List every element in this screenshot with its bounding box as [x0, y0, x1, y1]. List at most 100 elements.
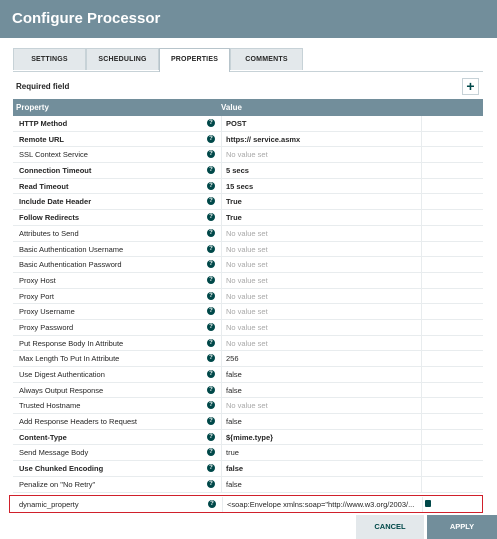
property-value[interactable]: No value set: [221, 147, 421, 163]
dynamic-property-value[interactable]: <soap:Envelope xmlns:soap="http://www.w3…: [222, 496, 422, 512]
table-row[interactable]: Max Length To Put In Attribute? 256: [13, 351, 483, 367]
table-row[interactable]: Proxy Password? No value set: [13, 319, 483, 336]
row-spacer: [421, 398, 483, 414]
row-spacer: [421, 257, 483, 273]
help-icon[interactable]: ?: [207, 134, 215, 143]
dynamic-property-row[interactable]: dynamic_property ? <soap:Envelope xmlns:…: [9, 494, 483, 513]
table-row[interactable]: Put Response Body In Attribute? No value …: [13, 335, 483, 352]
property-value[interactable]: true: [221, 445, 421, 461]
help-icon[interactable]: ?: [207, 479, 215, 488]
property-value[interactable]: 5 secs: [221, 163, 421, 179]
property-value[interactable]: No value set: [221, 319, 421, 335]
cancel-button[interactable]: CANCEL: [356, 515, 424, 539]
table-row[interactable]: Read Timeout? 15 secs: [13, 178, 483, 195]
row-spacer: [421, 335, 483, 351]
table-row[interactable]: Attributes to Send? No value set: [13, 225, 483, 242]
property-value[interactable]: POST: [221, 116, 421, 131]
property-value[interactable]: false: [221, 382, 421, 398]
property-value[interactable]: ${mime.type}: [221, 429, 421, 445]
property-value[interactable]: No value set: [221, 241, 421, 257]
help-icon[interactable]: ?: [207, 244, 215, 253]
tab-properties[interactable]: PROPERTIES: [159, 48, 230, 72]
property-name: Always Output Response: [19, 385, 104, 395]
value-column-header: Value: [221, 103, 242, 112]
property-value[interactable]: false: [221, 476, 421, 492]
row-spacer: [421, 272, 483, 288]
table-row[interactable]: Trusted Hostname? No value set: [13, 398, 483, 415]
property-value[interactable]: No value set: [221, 304, 421, 320]
table-row[interactable]: Use Chunked Encoding? false: [13, 461, 483, 477]
row-spacer: [421, 241, 483, 257]
property-value[interactable]: 256: [221, 351, 421, 367]
table-row[interactable]: Content-Type? ${mime.type}: [13, 429, 483, 446]
help-icon[interactable]: ?: [207, 150, 215, 159]
table-row[interactable]: Include Date Header? True: [13, 194, 483, 211]
help-icon[interactable]: ?: [207, 464, 215, 473]
help-icon[interactable]: ?: [207, 354, 215, 363]
property-value[interactable]: True: [221, 194, 421, 210]
table-row[interactable]: Proxy Port? No value set: [13, 288, 483, 305]
help-icon[interactable]: ?: [207, 401, 215, 410]
row-spacer: [421, 304, 483, 320]
help-icon[interactable]: ?: [208, 499, 216, 508]
help-icon[interactable]: ?: [207, 228, 215, 237]
property-value[interactable]: https:// service.asmx: [221, 131, 421, 147]
dynamic-property-name: dynamic_property: [19, 499, 79, 509]
table-row[interactable]: Proxy Host? No value set: [13, 272, 483, 289]
table-row[interactable]: Send Message Body? true: [13, 445, 483, 462]
help-icon[interactable]: ?: [207, 370, 215, 378]
property-name: Proxy Host: [19, 275, 56, 285]
table-row[interactable]: Basic Authentication Password? No value s…: [13, 257, 483, 273]
add-property-button[interactable]: +: [462, 78, 479, 95]
table-row[interactable]: Always Output Response? false: [13, 382, 483, 399]
help-icon[interactable]: ?: [207, 322, 215, 331]
row-spacer: [421, 445, 483, 461]
help-icon[interactable]: ?: [207, 260, 215, 269]
property-name: Add Response Headers to Request: [19, 417, 137, 427]
property-value[interactable]: false: [221, 414, 421, 430]
property-value[interactable]: No value set: [221, 257, 421, 273]
table-row[interactable]: Remote URL? https:// service.asmx: [13, 131, 483, 148]
property-value[interactable]: No value set: [221, 398, 421, 414]
help-icon[interactable]: ?: [207, 213, 215, 222]
property-value[interactable]: false: [221, 461, 421, 477]
help-icon[interactable]: ?: [207, 385, 215, 394]
property-value[interactable]: No value set: [221, 225, 421, 241]
property-value[interactable]: True: [221, 210, 421, 226]
table-row[interactable]: Proxy Username? No value set: [13, 304, 483, 320]
property-value[interactable]: No value set: [221, 335, 421, 351]
table-row[interactable]: Add Response Headers to Request? false: [13, 414, 483, 430]
help-icon[interactable]: ?: [207, 448, 215, 457]
table-row[interactable]: Penalize on "No Retry"? false: [13, 476, 483, 493]
table-row[interactable]: Follow Redirects? True: [13, 210, 483, 226]
tab-settings[interactable]: SETTINGS: [13, 48, 86, 70]
help-icon[interactable]: ?: [207, 338, 215, 347]
property-name: Penalize on "No Retry": [19, 479, 96, 489]
table-row[interactable]: HTTP Method? POST: [13, 116, 483, 132]
row-spacer: [421, 225, 483, 241]
table-row[interactable]: Basic Authentication Username? No value s…: [13, 241, 483, 258]
table-row[interactable]: SSL Context Service? No value set: [13, 147, 483, 164]
row-spacer: [421, 288, 483, 304]
table-row[interactable]: Use Digest Authentication? false: [13, 367, 483, 383]
property-value[interactable]: No value set: [221, 288, 421, 304]
help-icon[interactable]: ?: [207, 197, 215, 206]
property-value[interactable]: false: [221, 367, 421, 382]
help-icon[interactable]: ?: [207, 307, 215, 316]
help-icon[interactable]: ?: [207, 291, 215, 300]
help-icon[interactable]: ?: [207, 432, 215, 441]
help-icon[interactable]: ?: [207, 119, 215, 127]
row-spacer: [421, 429, 483, 445]
tab-scheduling[interactable]: SCHEDULING: [86, 48, 159, 70]
help-icon[interactable]: ?: [207, 417, 215, 426]
help-icon[interactable]: ?: [207, 275, 215, 284]
tab-comments[interactable]: COMMENTS: [230, 48, 303, 70]
apply-button[interactable]: APPLY: [427, 515, 497, 539]
help-icon[interactable]: ?: [207, 181, 215, 190]
property-value[interactable]: 15 secs: [221, 178, 421, 194]
row-spacer: [421, 210, 483, 226]
property-value[interactable]: No value set: [221, 272, 421, 288]
help-icon[interactable]: ?: [207, 166, 215, 175]
table-row[interactable]: Connection Timeout? 5 secs: [13, 163, 483, 179]
row-spacer: [421, 461, 483, 477]
